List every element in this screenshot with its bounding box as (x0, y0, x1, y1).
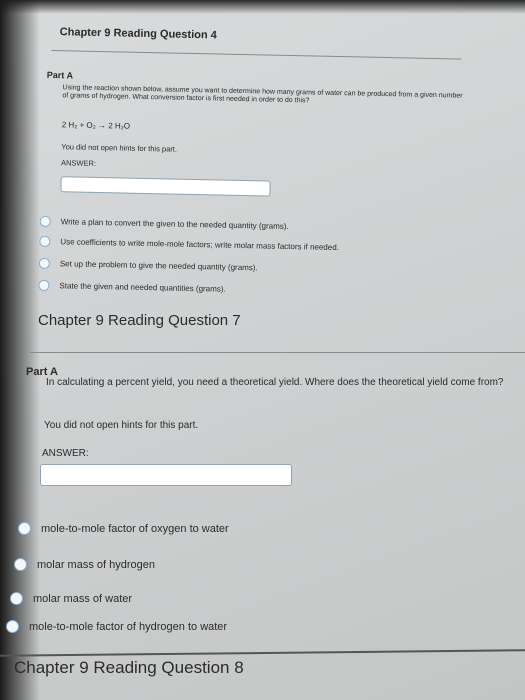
question-4-option[interactable]: Use coefficients to write mole-mole fact… (39, 235, 340, 253)
option-label: molar mass of hydrogen (37, 558, 155, 571)
question-7-option[interactable]: molar mass of water (10, 592, 132, 605)
question-7-option[interactable]: mole-to-mole factor of hydrogen to water (6, 620, 227, 633)
question-8-title: Chapter 9 Reading Question 8 (14, 658, 244, 677)
screen-edge (0, 0, 525, 14)
reaction-equation: 2 H₂ + O₂ → 2 H₂O (61, 120, 131, 131)
question-7-answer-label: ANSWER: (42, 448, 89, 459)
option-label: Write a plan to convert the given to the… (60, 217, 289, 232)
question-7-option[interactable]: mole-to-mole factor of oxygen to water (18, 522, 229, 535)
option-label: State the given and needed quantities (g… (59, 281, 226, 294)
question-4-answer-label: ANSWER: (60, 158, 97, 168)
question-7-answer-box[interactable] (40, 464, 292, 486)
radio-button-icon[interactable] (18, 522, 31, 535)
question-4-prompt: Using the reaction shown below, assume y… (62, 84, 463, 105)
divider (0, 649, 525, 657)
option-label: molar mass of water (33, 592, 133, 605)
option-label: Use coefficients to write mole-mole fact… (60, 237, 340, 253)
option-label: Set up the problem to give the needed qu… (59, 259, 258, 273)
question-4-part-label: Part A (46, 69, 74, 81)
radio-button-icon[interactable] (10, 592, 23, 605)
question-4-section: Chapter 9 Reading Question 4 Part A Usin… (38, 20, 472, 329)
question-4-title: Chapter 9 Reading Question 4 (59, 26, 217, 42)
question-4-option[interactable]: Set up the problem to give the needed qu… (38, 257, 258, 274)
divider (51, 49, 462, 60)
question-7-title: Chapter 9 Reading Question 7 (38, 312, 241, 329)
question-4-hint-status: You did not open hints for this part. (61, 142, 178, 154)
option-label: mole-to-mole factor of oxygen to water (41, 522, 229, 535)
question-7-hint-status: You did not open hints for this part. (44, 420, 199, 431)
radio-button-icon[interactable] (6, 620, 19, 633)
option-label: mole-to-mole factor of hydrogen to water (29, 620, 228, 633)
question-7-option[interactable]: molar mass of hydrogen (14, 558, 155, 571)
radio-button-icon[interactable] (38, 257, 51, 270)
radio-button-icon[interactable] (39, 235, 51, 248)
radio-button-icon[interactable] (39, 215, 51, 228)
question-4-option[interactable]: Write a plan to convert the given to the… (39, 215, 289, 232)
radio-button-icon[interactable] (38, 279, 50, 292)
radio-button-icon[interactable] (14, 558, 27, 571)
divider (30, 352, 525, 353)
question-4-option[interactable]: State the given and needed quantities (g… (38, 279, 226, 295)
question-4-answer-box[interactable] (60, 176, 271, 197)
question-7-prompt: In calculating a percent yield, you need… (46, 377, 504, 388)
